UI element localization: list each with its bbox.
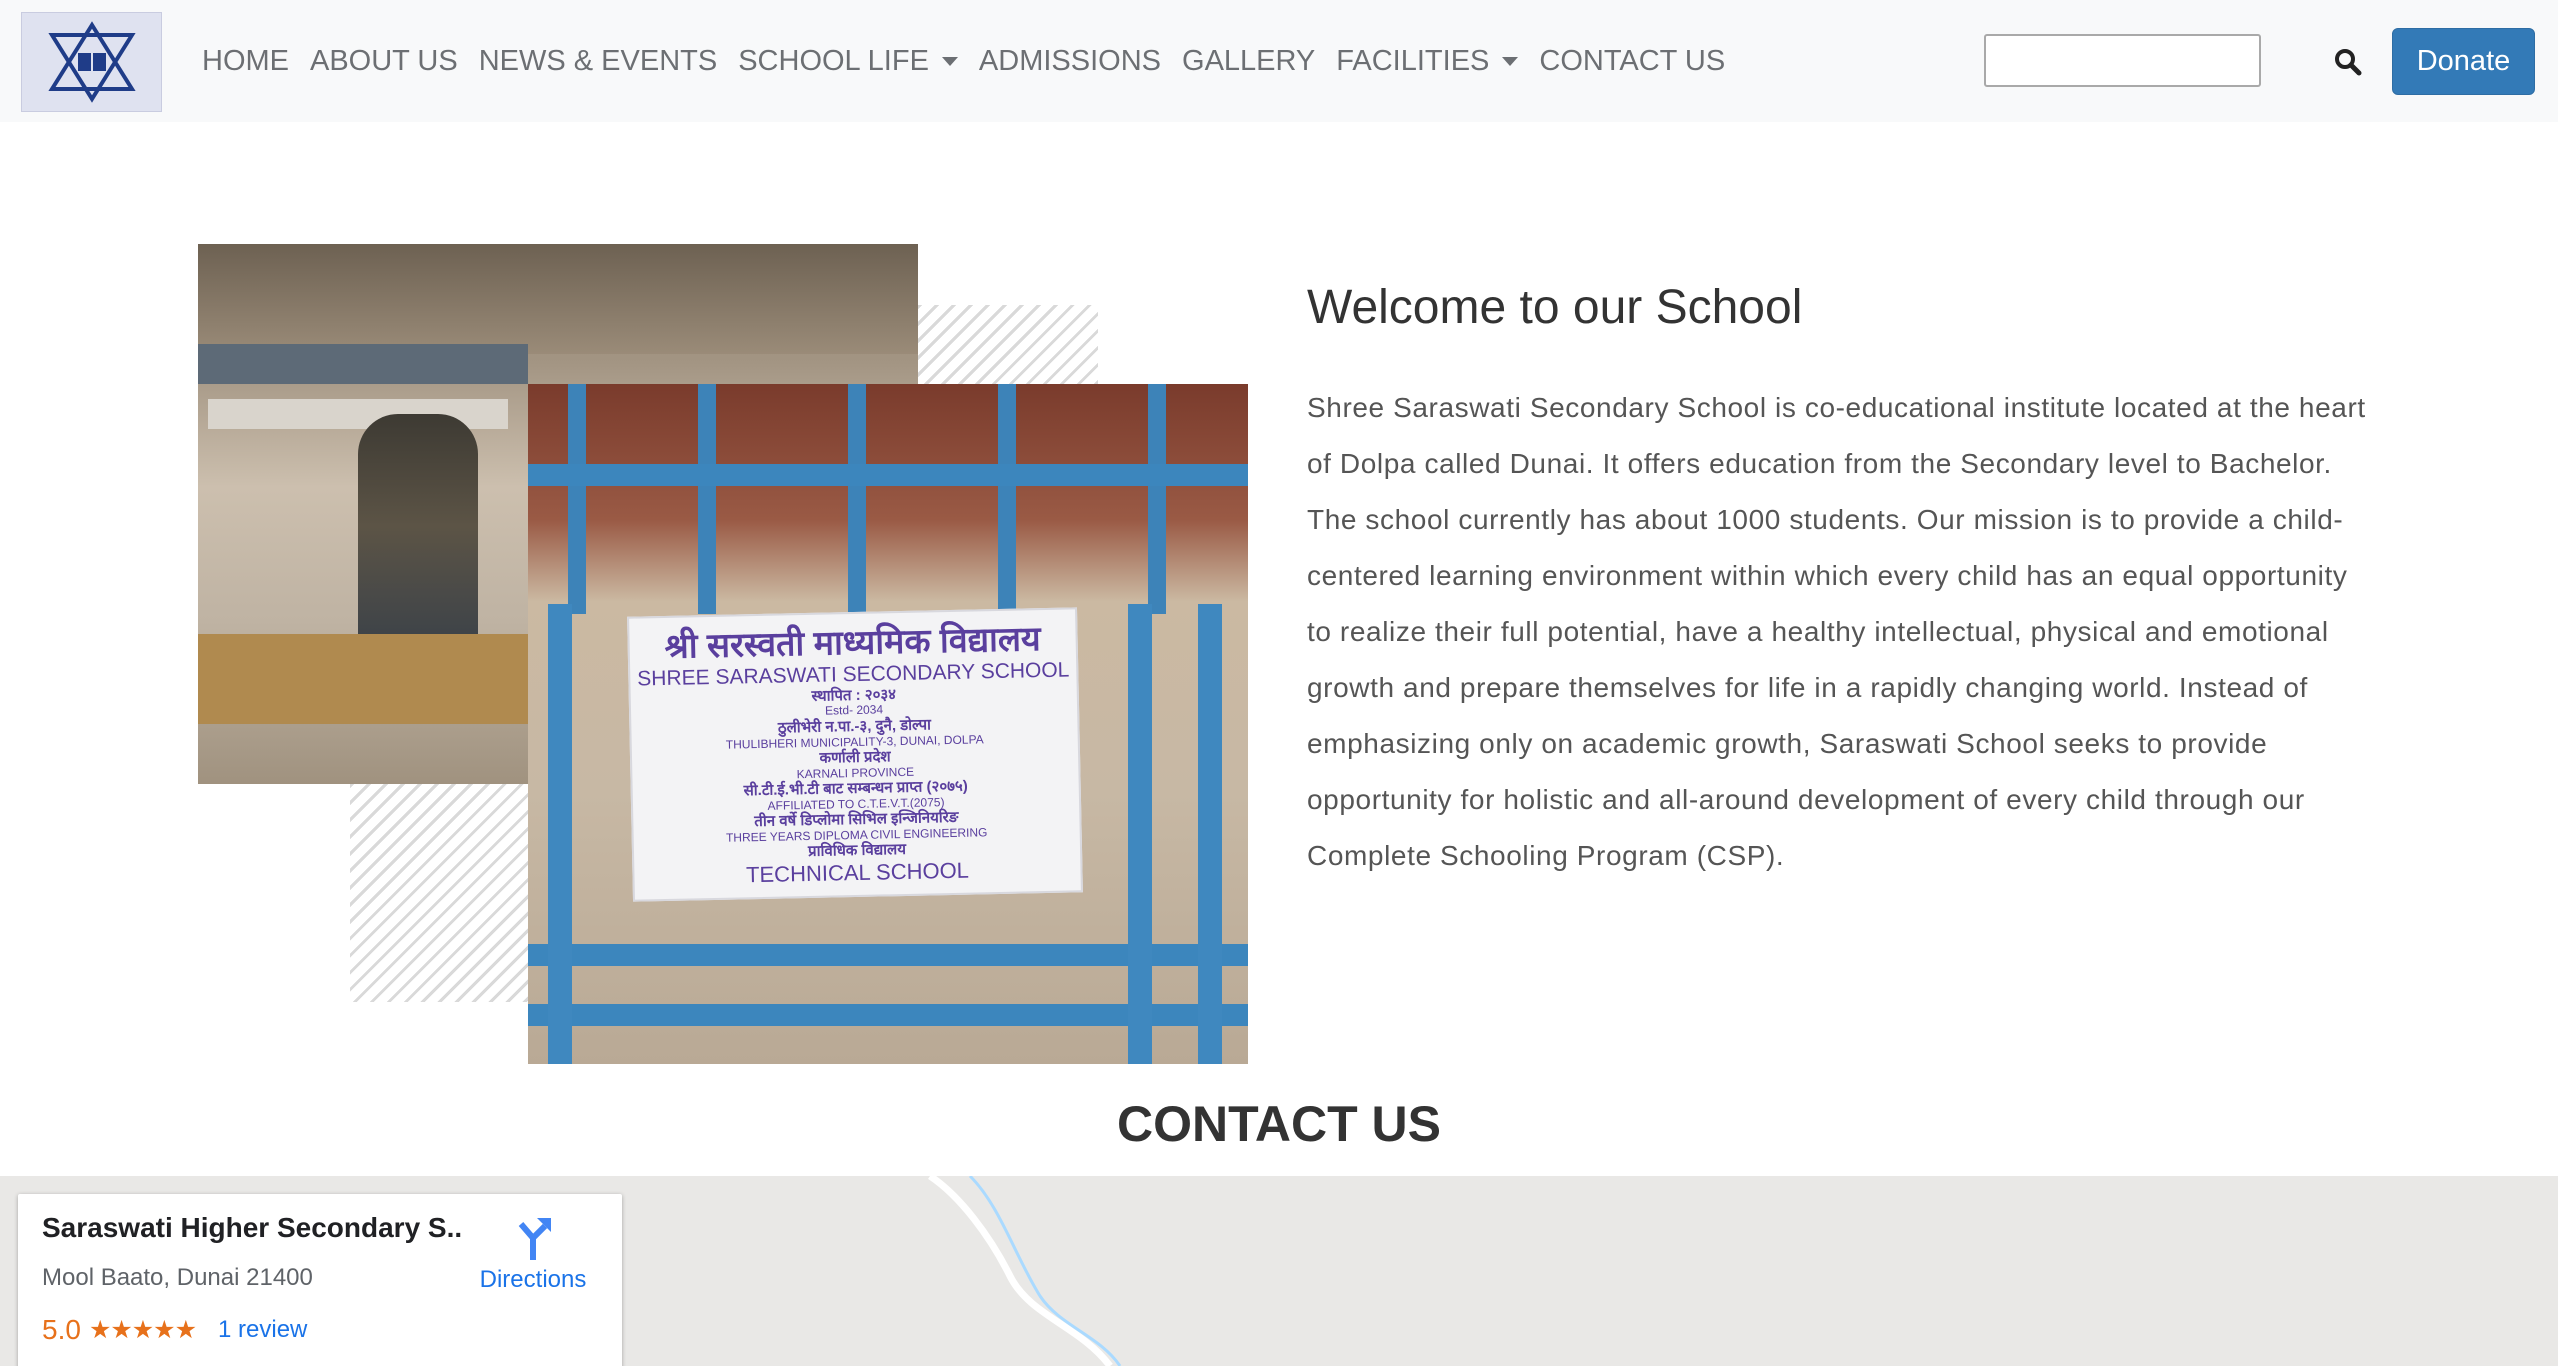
place-info-card: Saraswati Higher Secondary S... Mool Baa… [18, 1194, 622, 1366]
nav-about-us[interactable]: ABOUT US [310, 45, 458, 78]
photo-hillside [198, 244, 918, 354]
contact-heading: CONTACT US [1116, 1096, 1442, 1152]
welcome-title: Welcome to our School [1307, 281, 1803, 334]
star-of-david-book-icon [47, 21, 136, 103]
nav-admissions[interactable]: ADMISSIONS [979, 45, 1161, 78]
photo-post [1128, 604, 1152, 1064]
photo-post [1198, 604, 1222, 1064]
main-navigation: HOME ABOUT US NEWS & EVENTS SCHOOL LIFE … [202, 0, 1746, 122]
search-button[interactable] [2326, 40, 2370, 84]
photo-desks [198, 634, 528, 724]
decorative-pattern [918, 305, 1098, 385]
nav-home[interactable]: HOME [202, 45, 289, 78]
rating-row: 5.0 ★★★★★ 1 review [42, 1314, 307, 1346]
photo-beam [528, 464, 1248, 486]
sign-tech-en: TECHNICAL SCHOOL [745, 857, 970, 888]
school-logo[interactable] [21, 12, 162, 112]
nav-gallery[interactable]: GALLERY [1182, 45, 1315, 78]
photo-post [548, 604, 572, 1064]
place-address: Mool Baato, Dunai 21400 [42, 1264, 313, 1291]
photo-rafter [1148, 384, 1166, 614]
donate-button[interactable]: Donate [2392, 28, 2535, 95]
photo-roof [198, 344, 528, 384]
rating-value: 5.0 [42, 1314, 81, 1345]
directions-button[interactable]: Directions [473, 1216, 593, 1294]
decorative-pattern [350, 784, 528, 1002]
caret-down-icon [941, 56, 958, 66]
nav-gallery-label: GALLERY [1182, 44, 1316, 77]
nav-facilities-dropdown[interactable]: FACILITIES [1336, 44, 1519, 78]
nav-home-label: HOME [202, 44, 289, 77]
school-signboard-photo: श्री सरस्वती माध्यमिक विद्यालय SHREE SAR… [528, 384, 1248, 1064]
nav-facilities-label: FACILITIES [1336, 44, 1490, 77]
directions-icon [518, 1218, 551, 1260]
embedded-map[interactable]: Saraswati Higher Secondary S... Mool Baa… [0, 1176, 2558, 1366]
nav-news-events[interactable]: NEWS & EVENTS [479, 45, 718, 78]
nav-school-life-label: SCHOOL LIFE [738, 44, 929, 77]
search-input[interactable] [1984, 34, 2261, 87]
photo-rafter [848, 384, 866, 614]
photo-rafter [998, 384, 1016, 614]
nav-admissions-label: ADMISSIONS [978, 44, 1162, 77]
search-icon [2335, 49, 2362, 76]
nav-contact-us[interactable]: CONTACT US [1539, 45, 1725, 78]
sign-tech-np: प्राविधिक विद्यालय [807, 841, 907, 861]
welcome-paragraph: Shree Saraswati Secondary School is co-e… [1307, 392, 2366, 871]
photo-rafter [568, 384, 586, 614]
place-name[interactable]: Saraswati Higher Secondary S... [42, 1212, 462, 1244]
nav-news-events-label: NEWS & EVENTS [478, 44, 718, 77]
nav-contact-us-label: CONTACT US [1539, 44, 1726, 77]
reviews-link[interactable]: 1 review [218, 1316, 307, 1344]
school-signboard: श्री सरस्वती माध्यमिक विद्यालय SHREE SAR… [627, 607, 1083, 902]
caret-down-icon [1502, 56, 1519, 66]
nav-school-life-dropdown[interactable]: SCHOOL LIFE [738, 45, 958, 78]
rating-stars-icon: ★★★★★ [88, 1316, 197, 1344]
directions-label: Directions [479, 1266, 587, 1293]
photo-rafter [698, 384, 716, 614]
navbar: HOME ABOUT US NEWS & EVENTS SCHOOL LIFE … [0, 0, 2558, 122]
nav-about-us-label: ABOUT US [310, 44, 458, 77]
